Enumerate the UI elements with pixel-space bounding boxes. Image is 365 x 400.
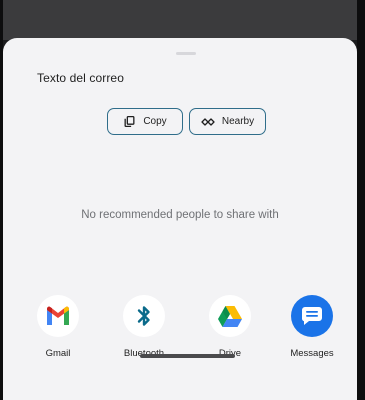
app-label: Gmail	[45, 348, 71, 359]
copy-icon	[123, 115, 136, 128]
share-target-gmail[interactable]: Gmail	[27, 295, 89, 365]
gesture-navigation-bar[interactable]	[140, 354, 235, 358]
share-target-messages[interactable]: Messages	[281, 295, 343, 365]
nearby-share-button[interactable]: Nearby	[189, 108, 266, 135]
share-sheet: Texto del correo Copy Nearby No recommen…	[3, 38, 357, 400]
copy-button[interactable]: Copy	[107, 108, 183, 135]
gmail-icon	[37, 295, 79, 337]
share-title: Texto del correo	[37, 71, 124, 85]
dimmed-app-area[interactable]	[3, 0, 357, 40]
copy-label: Copy	[143, 116, 167, 127]
drive-icon	[209, 295, 251, 337]
messages-icon	[291, 295, 333, 337]
nearby-share-icon	[201, 117, 215, 127]
app-label: Messages	[290, 348, 334, 359]
no-recommendations-message: No recommended people to share with	[81, 209, 279, 221]
nearby-label: Nearby	[221, 116, 255, 127]
drag-handle[interactable]	[176, 52, 196, 55]
screen-edge-right	[357, 0, 365, 400]
bluetooth-icon	[123, 295, 165, 337]
